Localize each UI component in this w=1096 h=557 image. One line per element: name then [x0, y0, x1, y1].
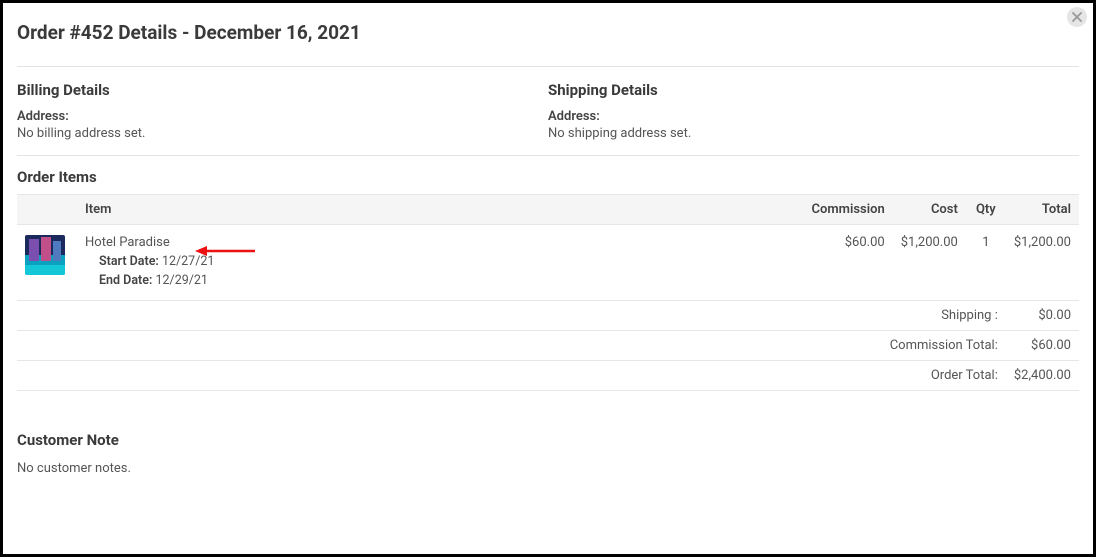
table-row: Hotel Paradise Start Date: 12/27/21 — [17, 225, 1079, 301]
end-date-value: 12/29/21 — [155, 273, 207, 288]
billing-heading: Billing Details — [17, 81, 548, 99]
order-total-value: $2,400.00 — [1006, 361, 1079, 391]
order-items-heading: Order Items — [17, 156, 1079, 194]
close-icon — [1072, 12, 1082, 22]
shipping-total-value: $0.00 — [1006, 301, 1079, 331]
start-date-label: Start Date: — [99, 254, 159, 269]
annotation-arrow-icon — [195, 244, 255, 258]
shipping-heading: Shipping Details — [548, 81, 1079, 99]
billing-address-label: Address: — [17, 109, 548, 124]
close-button[interactable] — [1067, 7, 1087, 27]
order-details-modal: Order #452 Details - December 16, 2021 B… — [3, 3, 1093, 554]
col-qty: Qty — [966, 195, 1006, 225]
order-total-label: Order Total: — [17, 361, 1006, 391]
modal-title: Order #452 Details - December 16, 2021 — [17, 3, 1079, 67]
cell-qty: 1 — [966, 225, 1006, 301]
shipping-address-label: Address: — [548, 109, 1079, 124]
item-name: Hotel Paradise — [85, 235, 796, 250]
order-totals-table: Shipping : $0.00 Commission Total: $60.0… — [17, 301, 1079, 391]
cell-total: $1,200.00 — [1006, 225, 1079, 301]
col-total: Total — [1006, 195, 1079, 225]
customer-note-body: No customer notes. — [17, 461, 1079, 476]
customer-note-heading: Customer Note — [17, 431, 1079, 449]
col-cost: Cost — [893, 195, 966, 225]
col-commission: Commission — [804, 195, 893, 225]
shipping-total-label: Shipping : — [17, 301, 1006, 331]
commission-total-label: Commission Total: — [17, 331, 1006, 361]
cell-commission: $60.00 — [804, 225, 893, 301]
item-thumbnail — [25, 235, 65, 275]
shipping-details-section: Shipping Details Address: No shipping ad… — [548, 81, 1079, 141]
col-item: Item — [77, 195, 804, 225]
cell-cost: $1,200.00 — [893, 225, 966, 301]
billing-address-text: No billing address set. — [17, 126, 548, 141]
customer-note-section: Customer Note No customer notes. — [17, 391, 1079, 476]
order-items-table: Item Commission Cost Qty Total — [17, 194, 1079, 301]
end-date-label: End Date: — [99, 273, 152, 288]
billing-details-section: Billing Details Address: No billing addr… — [17, 81, 548, 141]
shipping-address-text: No shipping address set. — [548, 126, 1079, 141]
commission-total-value: $60.00 — [1006, 331, 1079, 361]
